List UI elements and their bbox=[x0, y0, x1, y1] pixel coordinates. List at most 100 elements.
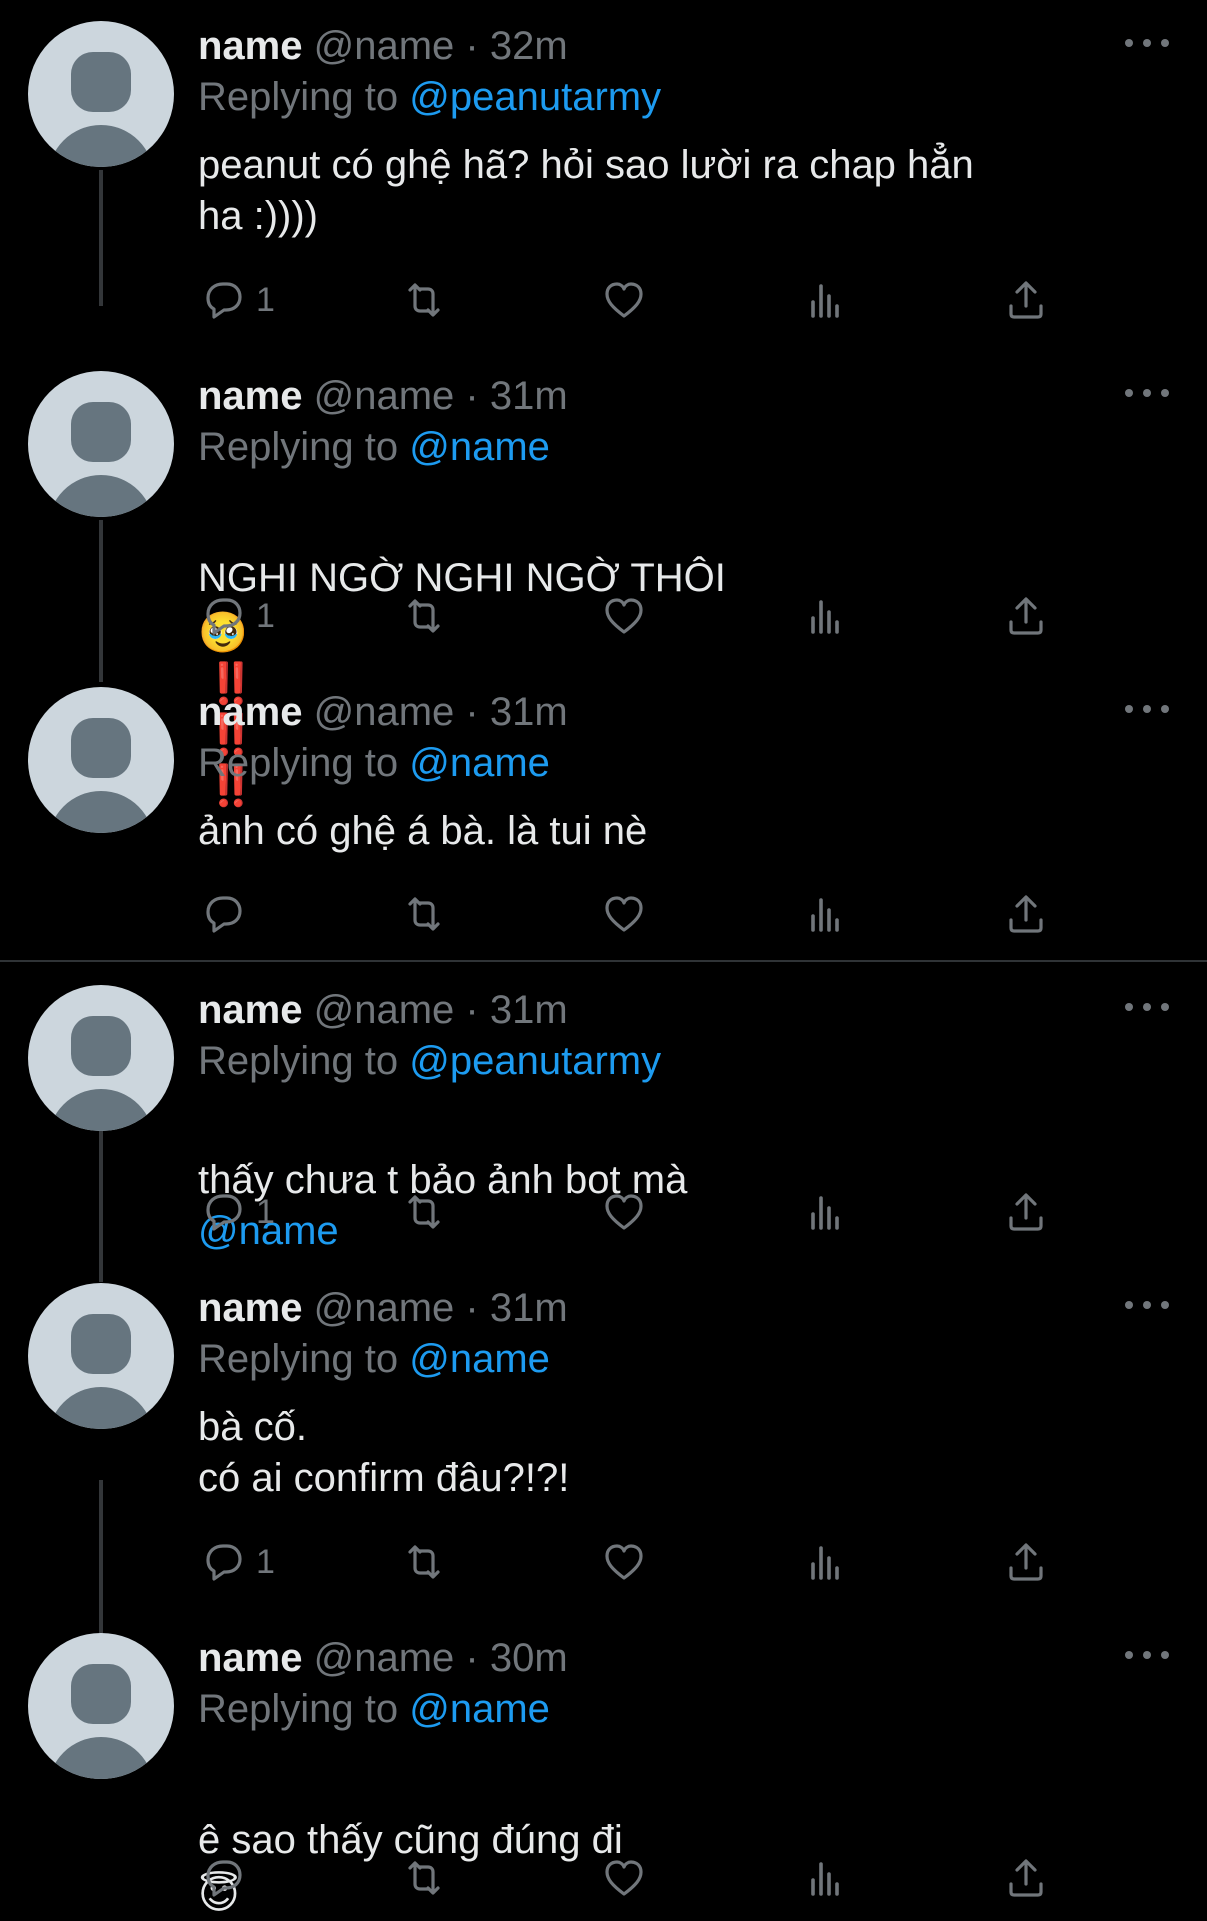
views-button[interactable] bbox=[801, 1852, 849, 1904]
share-button[interactable] bbox=[1002, 1186, 1050, 1238]
views-button[interactable] bbox=[801, 590, 849, 642]
reply-button[interactable]: 1 bbox=[198, 274, 275, 326]
retweet-button[interactable] bbox=[398, 1186, 446, 1238]
share-button[interactable] bbox=[1002, 888, 1050, 940]
retweet-button[interactable] bbox=[398, 274, 446, 326]
reply-count: 1 bbox=[256, 1192, 275, 1231]
retweet-button[interactable] bbox=[398, 1852, 446, 1904]
reply-button[interactable]: 1 bbox=[198, 1536, 275, 1588]
tweet-header: name @name · 31m bbox=[198, 372, 568, 420]
tweet[interactable]: name @name · 31m Replying to @name ảnh c… bbox=[0, 666, 1207, 960]
like-button[interactable] bbox=[600, 1186, 648, 1238]
conversation-divider bbox=[0, 960, 1207, 962]
share-icon bbox=[1009, 1193, 1043, 1231]
like-button[interactable] bbox=[600, 590, 648, 642]
replying-prefix: Replying to bbox=[198, 1039, 399, 1083]
more-options-icon[interactable] bbox=[1125, 386, 1169, 400]
user-handle[interactable]: @name bbox=[314, 1286, 455, 1330]
display-name[interactable]: name bbox=[198, 24, 303, 68]
views-button[interactable] bbox=[801, 1186, 849, 1238]
like-button[interactable] bbox=[600, 1536, 648, 1588]
user-handle[interactable]: @name bbox=[314, 24, 455, 68]
replying-prefix: Replying to bbox=[198, 425, 399, 469]
default-avatar-icon[interactable] bbox=[28, 985, 174, 1131]
reply-icon bbox=[206, 1544, 242, 1581]
mention-link[interactable]: @peanutarmy bbox=[409, 1039, 661, 1083]
views-button[interactable] bbox=[801, 1536, 849, 1588]
like-button[interactable] bbox=[600, 274, 648, 326]
retweet-icon bbox=[408, 897, 440, 931]
reply-button[interactable]: 1 bbox=[198, 1186, 275, 1238]
timestamp[interactable]: 30m bbox=[490, 1636, 568, 1680]
user-handle[interactable]: @name bbox=[314, 374, 455, 418]
tweet[interactable]: name @name · 31m Replying to @peanutarmy… bbox=[0, 964, 1207, 1258]
action-bar: 1 bbox=[198, 274, 1078, 326]
display-name[interactable]: name bbox=[198, 1286, 303, 1330]
mention-link[interactable]: @name bbox=[409, 1337, 550, 1381]
heart-icon bbox=[605, 598, 643, 634]
tweet-header: name @name · 31m bbox=[198, 1284, 568, 1332]
reply-button[interactable] bbox=[198, 1852, 256, 1904]
more-options-icon[interactable] bbox=[1125, 1000, 1169, 1014]
more-options-icon[interactable] bbox=[1125, 1648, 1169, 1662]
separator: · bbox=[465, 24, 479, 68]
views-button[interactable] bbox=[801, 888, 849, 940]
more-options-icon[interactable] bbox=[1125, 702, 1169, 716]
user-handle[interactable]: @name bbox=[314, 1636, 455, 1680]
timestamp[interactable]: 31m bbox=[490, 1286, 568, 1330]
default-avatar-icon[interactable] bbox=[28, 21, 174, 167]
mention-link[interactable]: @peanutarmy bbox=[409, 75, 661, 119]
tweet[interactable]: name @name · 32m Replying to @peanutarmy… bbox=[0, 0, 1207, 350]
replying-prefix: Replying to bbox=[198, 1687, 399, 1731]
more-options-icon[interactable] bbox=[1125, 36, 1169, 50]
display-name[interactable]: name bbox=[198, 690, 303, 734]
retweet-button[interactable] bbox=[398, 590, 446, 642]
reply-icon bbox=[206, 1860, 242, 1897]
reply-icon bbox=[206, 1194, 242, 1231]
retweet-icon bbox=[408, 1195, 440, 1229]
share-button[interactable] bbox=[1002, 1852, 1050, 1904]
separator: · bbox=[465, 374, 479, 418]
user-handle[interactable]: @name bbox=[314, 690, 455, 734]
separator: · bbox=[465, 690, 479, 734]
share-button[interactable] bbox=[1002, 274, 1050, 326]
tweet[interactable]: name @name · 31m Replying to @name bà cố… bbox=[0, 1262, 1207, 1612]
default-avatar-icon[interactable] bbox=[28, 687, 174, 833]
retweet-button[interactable] bbox=[398, 1536, 446, 1588]
timestamp[interactable]: 31m bbox=[490, 988, 568, 1032]
like-button[interactable] bbox=[600, 1852, 648, 1904]
reply-button[interactable] bbox=[198, 888, 256, 940]
views-button[interactable] bbox=[801, 274, 849, 326]
share-button[interactable] bbox=[1002, 1536, 1050, 1588]
analytics-icon bbox=[811, 284, 839, 318]
mention-link[interactable]: @name bbox=[409, 741, 550, 785]
display-name[interactable]: name bbox=[198, 374, 303, 418]
action-bar: 1 bbox=[198, 1536, 1078, 1588]
like-button[interactable] bbox=[600, 888, 648, 940]
display-name[interactable]: name bbox=[198, 1636, 303, 1680]
tweet[interactable]: name @name · 31m Replying to @name NGHI … bbox=[0, 350, 1207, 808]
more-options-icon[interactable] bbox=[1125, 1298, 1169, 1312]
separator: · bbox=[465, 1636, 479, 1680]
reply-button[interactable]: 1 bbox=[198, 590, 275, 642]
reply-icon bbox=[206, 598, 242, 635]
timestamp[interactable]: 31m bbox=[490, 690, 568, 734]
tweet-text: bà cố. có ai confirm đâu?!?! bbox=[198, 1405, 570, 1500]
share-icon bbox=[1009, 597, 1043, 635]
share-icon bbox=[1009, 1543, 1043, 1581]
share-button[interactable] bbox=[1002, 590, 1050, 642]
default-avatar-icon[interactable] bbox=[28, 1283, 174, 1429]
tweet-header: name @name · 30m bbox=[198, 1634, 568, 1682]
timestamp[interactable]: 31m bbox=[490, 374, 568, 418]
mention-link[interactable]: @name bbox=[409, 1687, 550, 1731]
timestamp[interactable]: 32m bbox=[490, 24, 568, 68]
tweet[interactable]: name @name · 30m Replying to @name ê sao… bbox=[0, 1612, 1207, 1920]
user-handle[interactable]: @name bbox=[314, 988, 455, 1032]
display-name[interactable]: name bbox=[198, 988, 303, 1032]
share-icon bbox=[1009, 1859, 1043, 1897]
replying-to: Replying to @name bbox=[198, 1335, 550, 1383]
retweet-button[interactable] bbox=[398, 888, 446, 940]
default-avatar-icon[interactable] bbox=[28, 1633, 174, 1779]
mention-link[interactable]: @name bbox=[409, 425, 550, 469]
default-avatar-icon[interactable] bbox=[28, 371, 174, 517]
